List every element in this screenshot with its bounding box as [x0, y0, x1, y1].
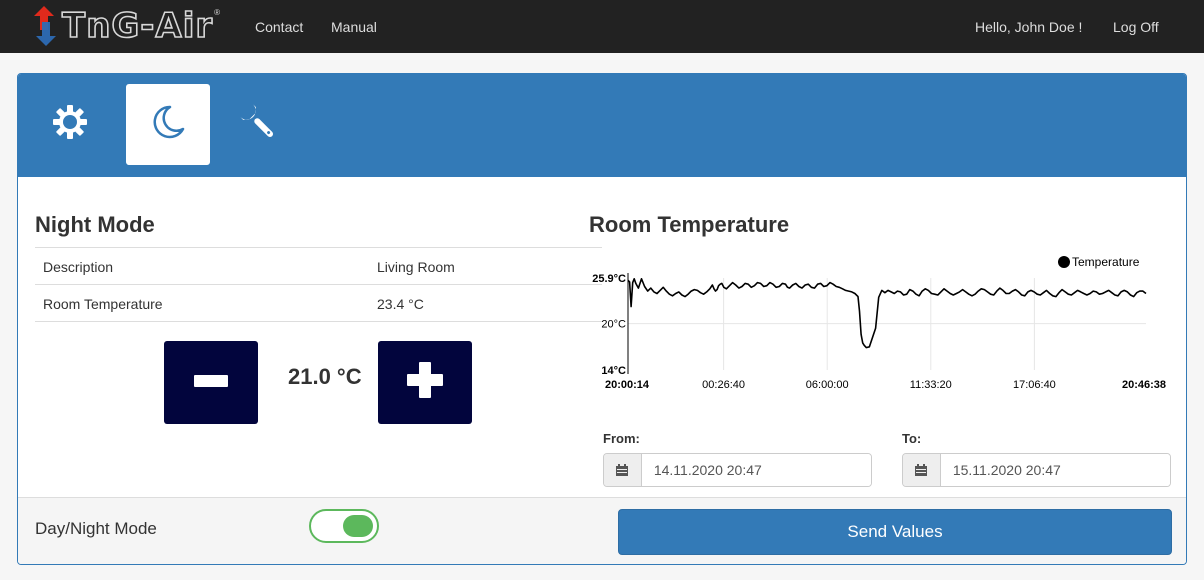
temperature-chart: 25.9°C 20°C 14°C 20:00:14 00:26:40 06:00:00 11…: [583, 249, 1173, 409]
row-label: Description: [43, 259, 114, 275]
day-night-toggle[interactable]: [309, 509, 379, 543]
decrease-temperature-button[interactable]: [164, 341, 258, 424]
x-tick-label: 20:00:14: [605, 379, 650, 391]
increase-temperature-button[interactable]: [378, 341, 472, 424]
to-label: To:: [902, 431, 922, 446]
x-tick-label: 00:26:40: [702, 379, 745, 391]
nav-link-contact[interactable]: Contact: [255, 19, 303, 35]
room-temperature-title: Room Temperature: [589, 212, 790, 237]
x-tick-label: 17:06:40: [1013, 379, 1056, 391]
control-panel: Night Mode Description Living Room Room …: [17, 73, 1187, 565]
y-tick-label: 14°C: [601, 365, 626, 377]
temperature-chart-svg: 25.9°C 20°C 14°C 20:00:14 00:26:40 06:00:00 11…: [592, 255, 1166, 391]
plus-icon: [407, 362, 443, 403]
row-value: 23.4 °C: [377, 296, 424, 312]
legend-label: Temperature: [1072, 255, 1140, 269]
table-row: Description Living Room: [35, 248, 602, 285]
calendar-icon[interactable]: [903, 454, 941, 486]
top-navbar: TnG-Air ® Contact Manual Hello, John Doe…: [0, 0, 1204, 53]
calendar-icon[interactable]: [604, 454, 642, 486]
tab-settings[interactable]: [216, 84, 300, 165]
brand-logo[interactable]: TnG-Air ®: [32, 4, 220, 48]
y-tick-label: 25.9°C: [592, 273, 626, 285]
send-values-button[interactable]: Send Values: [618, 509, 1172, 555]
logo-arrows-icon: [32, 4, 58, 48]
moon-icon: [148, 102, 188, 147]
tab-day-mode[interactable]: [28, 84, 112, 165]
night-mode-info-table: Description Living Room Room Temperature…: [35, 247, 602, 322]
sun-icon: [50, 102, 90, 147]
brand-name: TnG-Air: [61, 5, 214, 47]
to-date-input[interactable]: [940, 454, 1170, 486]
panel-footer: Day/Night Mode Send Values: [18, 497, 1186, 564]
brand-registered-mark: ®: [214, 7, 221, 17]
logoff-link[interactable]: Log Off: [1113, 19, 1159, 35]
nav-link-manual[interactable]: Manual: [331, 19, 377, 35]
user-greeting[interactable]: Hello, John Doe !: [975, 19, 1082, 35]
from-label: From:: [603, 431, 640, 446]
table-row: Room Temperature 23.4 °C: [35, 285, 602, 322]
row-label: Room Temperature: [43, 296, 163, 312]
from-date-picker: [603, 453, 872, 487]
y-tick-label: 20°C: [601, 319, 626, 331]
x-tick-label: 20:46:38: [1122, 379, 1166, 391]
row-value: Living Room: [377, 259, 455, 275]
mode-tabs-bar: [18, 74, 1186, 177]
toggle-knob: [343, 515, 373, 537]
legend-marker: [1058, 256, 1070, 268]
x-tick-label: 06:00:00: [806, 379, 849, 391]
wrench-icon: [236, 100, 280, 149]
day-night-mode-label: Day/Night Mode: [35, 519, 157, 538]
minus-icon: [194, 374, 228, 392]
x-tick-label: 11:33:20: [910, 379, 952, 391]
from-date-input[interactable]: [641, 454, 871, 486]
temperature-series-line: [627, 278, 1147, 349]
tab-night-mode[interactable]: [126, 84, 210, 165]
to-date-picker: [902, 453, 1171, 487]
setpoint-temperature: 21.0 °C: [288, 364, 362, 389]
night-mode-title: Night Mode: [35, 212, 155, 237]
